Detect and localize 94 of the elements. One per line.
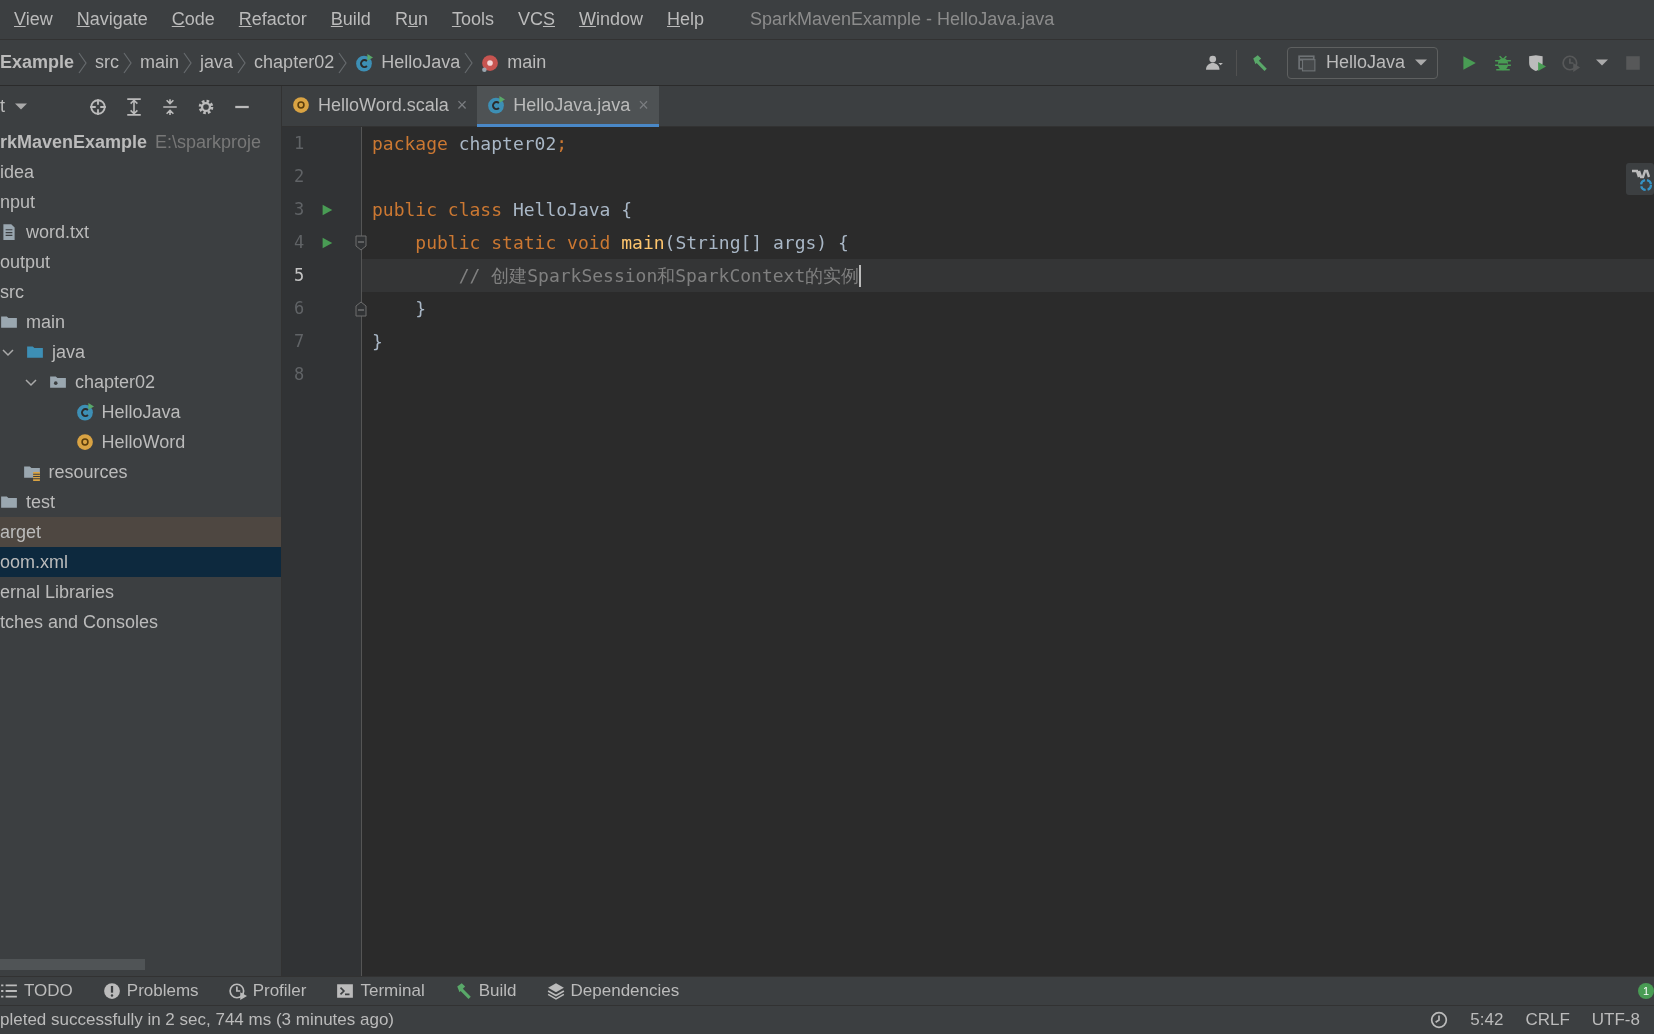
- clock-icon: [228, 982, 247, 1000]
- menu-item[interactable]: Refactor: [238, 6, 307, 33]
- tree-item[interactable]: tches and Consoles: [0, 607, 281, 637]
- menu-item[interactable]: Build: [330, 6, 371, 33]
- object-icon: [292, 96, 310, 114]
- chevron-icon: [464, 51, 474, 74]
- class-icon: [355, 53, 374, 72]
- tree-item[interactable]: HelloJava: [0, 397, 281, 427]
- tool-window-button[interactable]: Dependencies: [546, 978, 680, 1004]
- tree-item[interactable]: rkMavenExample E:\sparkproje: [0, 127, 281, 157]
- tree-item[interactable]: test: [0, 487, 281, 517]
- chevron-icon: [78, 51, 88, 74]
- view-selector[interactable]: t: [0, 93, 5, 120]
- tree-item[interactable]: output: [0, 247, 281, 277]
- object-icon: [75, 433, 94, 451]
- expand-all-icon[interactable]: [125, 97, 143, 116]
- breadcrumb-item[interactable]: main: [507, 49, 547, 76]
- tree-item[interactable]: nput: [0, 187, 281, 217]
- package-icon: [49, 373, 67, 391]
- breadcrumb-item[interactable]: chapter02: [254, 49, 335, 76]
- menu-item[interactable]: Window: [578, 6, 643, 33]
- editor-tab[interactable]: HelloWord.scala ×: [282, 86, 478, 127]
- layers-icon: [546, 982, 565, 1000]
- caret-icon: [1415, 59, 1427, 66]
- folder-icon: [26, 343, 44, 361]
- terminal-icon: [336, 982, 355, 1000]
- build-button[interactable]: [1250, 53, 1269, 72]
- clock-icon[interactable]: [1430, 1011, 1449, 1029]
- exclamation-icon: [102, 982, 121, 1000]
- breadcrumb-item[interactable]: src: [95, 49, 120, 76]
- tree-item[interactable]: ernal Libraries: [0, 577, 281, 607]
- window-icon: [1297, 53, 1316, 72]
- tree-item[interactable]: HelloWord: [0, 427, 281, 457]
- chevron-icon: [123, 51, 133, 74]
- menu-item[interactable]: Navigate: [76, 6, 148, 33]
- sync-icon[interactable]: [1626, 163, 1654, 195]
- run-button[interactable]: [1460, 53, 1478, 72]
- breadcrumb-item[interactable]: Example: [0, 49, 75, 76]
- debug-button[interactable]: [1494, 53, 1512, 72]
- menu-item[interactable]: View: [14, 6, 53, 33]
- tree-item[interactable]: main: [0, 307, 281, 337]
- caret-position[interactable]: 5:42: [1470, 1007, 1504, 1033]
- menu-item[interactable]: Help: [667, 6, 705, 33]
- menu-item[interactable]: Code: [171, 6, 215, 33]
- tree-item[interactable]: java: [0, 337, 281, 367]
- menu-item[interactable]: Run: [394, 6, 428, 33]
- user-icon: [1205, 53, 1224, 72]
- code-line: public class HelloJava {: [371, 198, 633, 222]
- class-icon: [75, 403, 94, 421]
- tree-item[interactable]: arget: [0, 517, 281, 547]
- menu-item[interactable]: VCS: [517, 6, 555, 33]
- list-icon: [0, 982, 18, 1000]
- notification-badge[interactable]: 1: [1638, 983, 1654, 999]
- breadcrumb-item[interactable]: main: [140, 49, 180, 76]
- collapse-all-icon[interactable]: [161, 97, 179, 116]
- breadcrumb-item[interactable]: HelloJava: [381, 49, 461, 76]
- code-line: package chapter02;: [371, 132, 568, 156]
- file-encoding[interactable]: UTF-8: [1591, 1007, 1640, 1033]
- method-icon: [481, 53, 500, 72]
- code-line: }: [414, 297, 427, 321]
- tree-item[interactable]: resources: [0, 457, 281, 487]
- folder-icon: [0, 313, 18, 331]
- code-line: public static void main(String[] args) {: [414, 231, 849, 255]
- code-line: }: [371, 330, 383, 354]
- tool-window-button[interactable]: Profiler: [228, 978, 307, 1004]
- run-configuration-dropdown[interactable]: HelloJava: [1286, 46, 1438, 79]
- window-title: SparkMavenExample - HelloJava.java: [750, 8, 1055, 31]
- tree-item[interactable]: word.txt: [0, 217, 281, 247]
- tool-window-button[interactable]: Build: [454, 978, 517, 1004]
- tree-item[interactable]: oom.xml: [0, 547, 281, 577]
- coverage-button[interactable]: [1528, 53, 1546, 72]
- status-message: pleted successfully in 2 sec, 744 ms (3 minutes ago): [0, 1009, 395, 1032]
- editor-tab[interactable]: HelloJava.java ×: [477, 86, 659, 127]
- code-line: // 创建SparkSession和SparkContext的实例: [457, 264, 860, 288]
- line-separator[interactable]: CRLF: [1525, 1007, 1570, 1033]
- menu-item[interactable]: Tools: [451, 6, 494, 33]
- chevron-icon: [338, 51, 348, 74]
- chevron-icon: [237, 51, 247, 74]
- folder-icon: [0, 493, 18, 511]
- tool-window-button[interactable]: Problems: [102, 978, 199, 1004]
- chevron-icon: [183, 51, 193, 74]
- tree-item[interactable]: chapter02: [0, 367, 281, 397]
- locate-icon[interactable]: [89, 97, 107, 116]
- tool-window-button[interactable]: TODO: [0, 978, 73, 1004]
- tree-item[interactable]: src: [0, 277, 281, 307]
- class-icon: [487, 96, 506, 114]
- line-number: 5: [294, 263, 306, 287]
- caret-icon[interactable]: [15, 103, 27, 110]
- caret-icon[interactable]: [1596, 59, 1608, 66]
- breadcrumb-item[interactable]: java: [200, 49, 234, 76]
- tree-item[interactable]: idea: [0, 157, 281, 187]
- tool-window-button[interactable]: Terminal: [336, 978, 425, 1004]
- settings-icon[interactable]: [197, 97, 215, 116]
- resources-folder-icon: [22, 463, 41, 481]
